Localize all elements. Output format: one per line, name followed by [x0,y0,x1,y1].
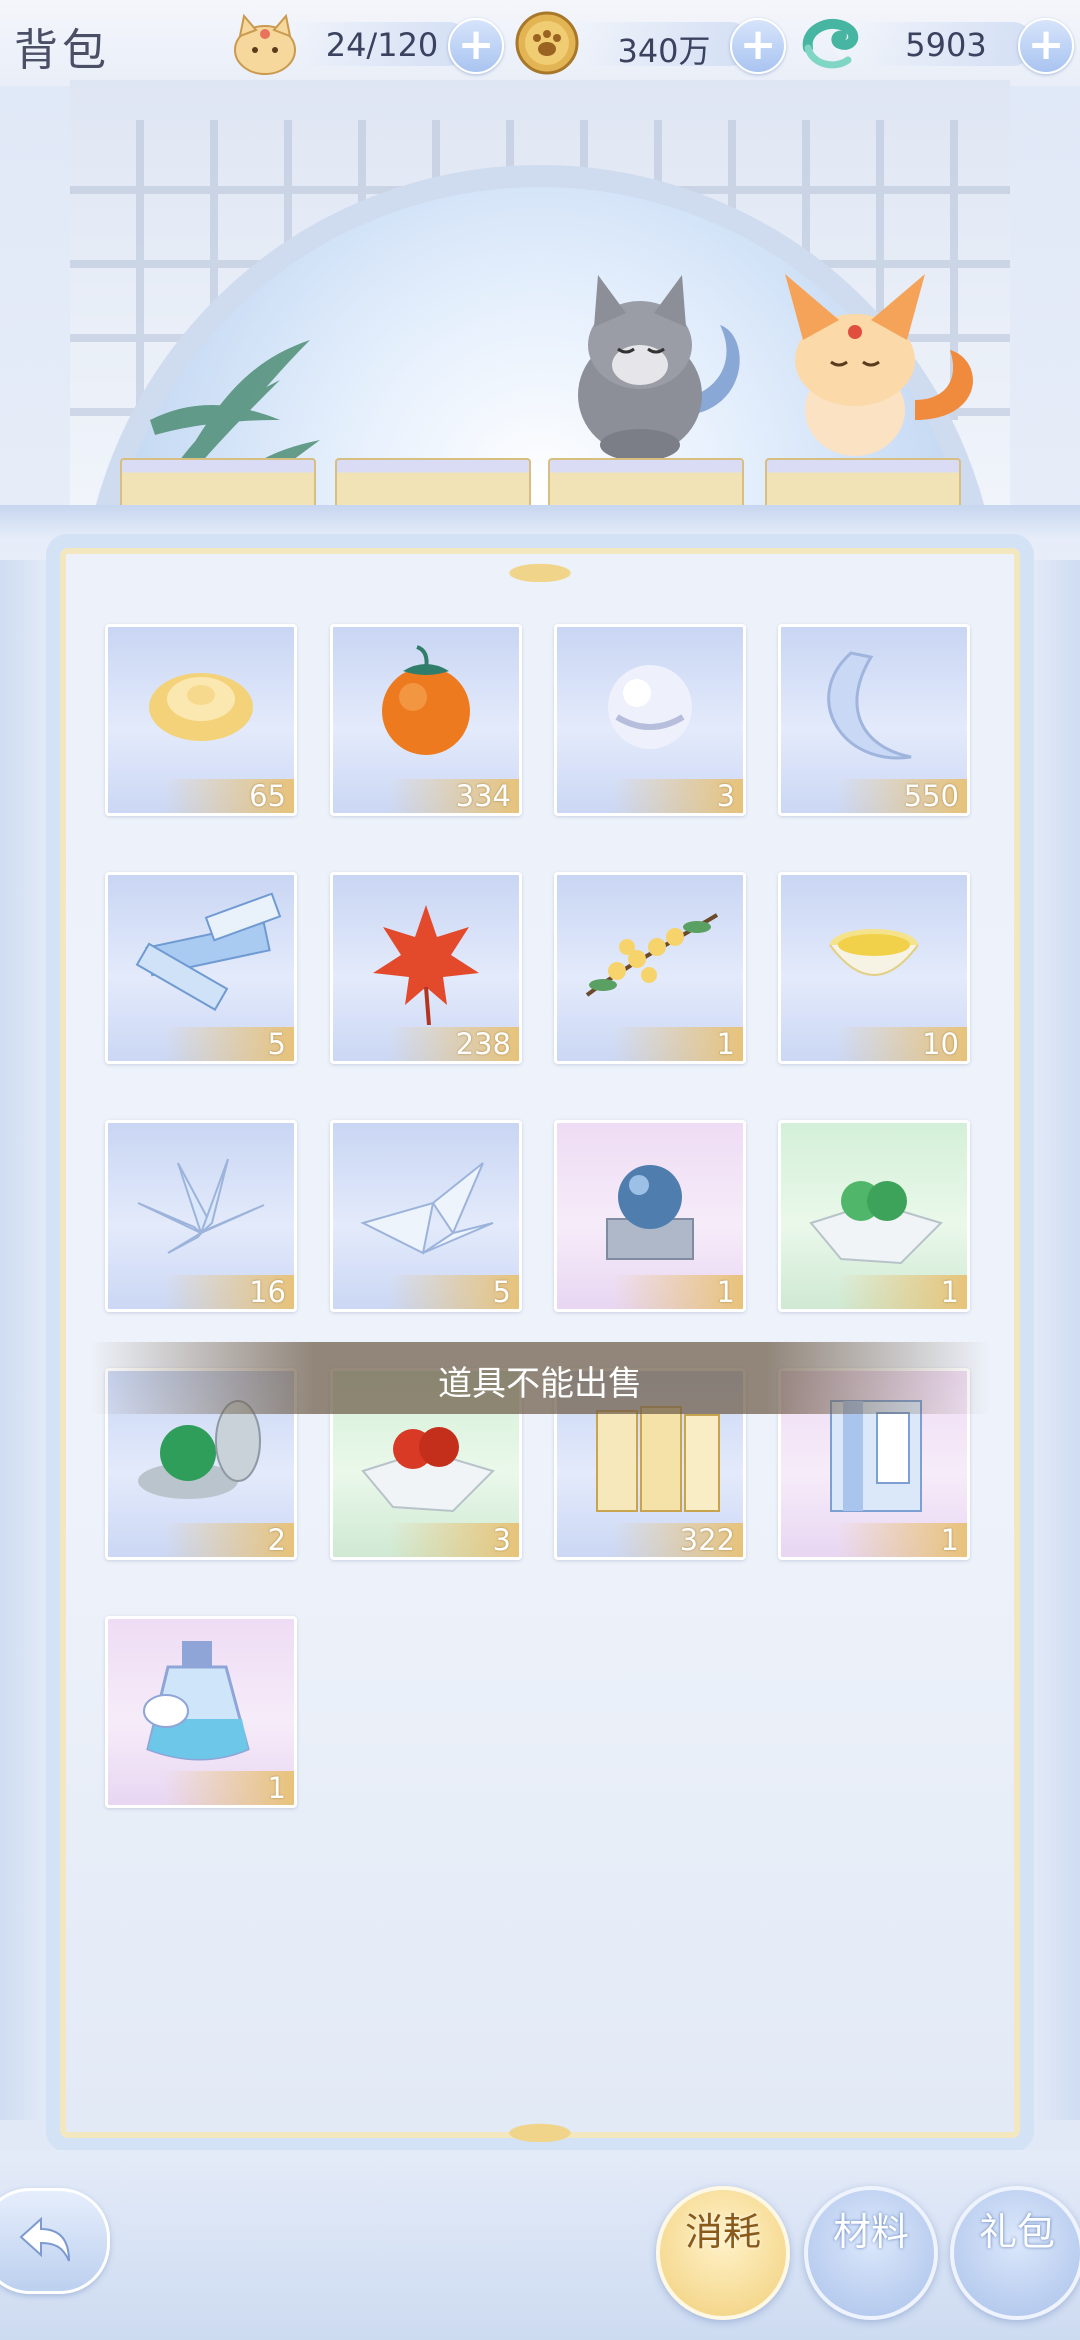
page-title: 背包 [14,25,110,76]
top-ornament [470,552,610,582]
add-jade-button[interactable]: + [1018,18,1074,74]
resource-stamina: 24/120 + [230,8,510,76]
bottom-ornament [470,2112,610,2142]
add-stamina-button[interactable]: + [448,18,504,74]
back-button[interactable] [0,2188,110,2294]
item-count: 5 [164,1027,294,1061]
grey-cat-pet[interactable] [560,265,760,470]
crystal-leaves-icon [137,1158,265,1254]
paper-crane-icon [360,1162,494,1255]
item-slot-scroll[interactable]: 5 [105,872,297,1064]
jade-dragon-icon [794,8,864,78]
tab-consumables[interactable]: 消耗 [656,2186,790,2320]
item-count: 65 [164,779,294,813]
tab-materials[interactable]: 材料 [804,2186,938,2320]
item-count: 1 [613,1275,743,1309]
item-slot-blue-orb-stand[interactable]: 1 [554,1120,746,1312]
coins-value: 340万 [617,32,711,70]
item-slot-pearl[interactable]: 3 [554,624,746,816]
jade-value: 5903 [905,26,987,64]
toast-message: 道具不能出售 [90,1342,990,1414]
tab-gift-packs[interactable]: 礼包 [950,2186,1080,2320]
add-coins-button[interactable]: + [730,18,786,74]
frame-left [0,560,46,2120]
blue-orb-stand-icon [606,1165,694,1260]
stamina-value: 24/120 [325,26,439,64]
resource-coins: 340万 + [512,8,792,76]
scroll-icon [135,892,282,1011]
item-slot-crystal-leaves[interactable]: 16 [105,1120,297,1312]
item-count: 1 [837,1523,967,1557]
tab-materials-label: 材料 [832,2210,909,2254]
item-count: 3 [389,1523,519,1557]
tea-bowl-icon [829,929,919,976]
item-slot-double-potion[interactable]: 1 [105,1616,297,1808]
item-count: 10 [837,1027,967,1061]
item-slot-persimmon[interactable]: 334 [330,624,522,816]
item-count: 322 [613,1523,743,1557]
osmanthus-branch-icon [585,913,719,997]
item-count: 1 [837,1275,967,1309]
item-count: 2 [164,1523,294,1557]
cat-face-icon [230,8,300,78]
item-count: 1 [613,1027,743,1061]
item-count: 238 [389,1027,519,1061]
pearl-icon [608,665,692,749]
item-count: 5 [389,1275,519,1309]
green-pills-icon [809,1181,943,1265]
persimmon-icon [382,645,470,755]
item-slot-golden-flower[interactable]: 65 [105,624,297,816]
tab-gift-packs-label: 礼包 [978,2210,1055,2254]
item-slot-tea-bowl[interactable]: 10 [778,872,970,1064]
item-count: 3 [613,779,743,813]
item-slot-green-pills[interactable]: 1 [778,1120,970,1312]
crescent-crystal-icon [827,651,912,760]
double-potion-icon [143,1641,250,1761]
roof-beam [0,505,1080,539]
tab-consumables-label: 消耗 [684,2210,761,2254]
frame-right [1034,560,1080,2120]
toast-text: 道具不能出售 [438,1364,642,1404]
item-slot-maple-leaf[interactable]: 238 [330,872,522,1064]
item-count: 334 [389,779,519,813]
back-arrow-icon [19,2216,70,2262]
item-slot-paper-crane[interactable]: 5 [330,1120,522,1312]
item-count: 550 [837,779,967,813]
item-slot-osmanthus-branch[interactable]: 1 [554,872,746,1064]
paw-coin-icon [512,8,582,78]
maple-leaf-icon [373,905,479,1025]
top-bar: 背包 24/120 + 340万 + 5903 + [0,0,1080,86]
item-count: 16 [164,1275,294,1309]
orange-fox-pet[interactable] [775,270,985,470]
resource-jade: 5903 + [794,8,1080,76]
golden-flower-icon [149,673,253,741]
item-count: 1 [164,1771,294,1805]
item-slot-crescent-crystal[interactable]: 550 [778,624,970,816]
